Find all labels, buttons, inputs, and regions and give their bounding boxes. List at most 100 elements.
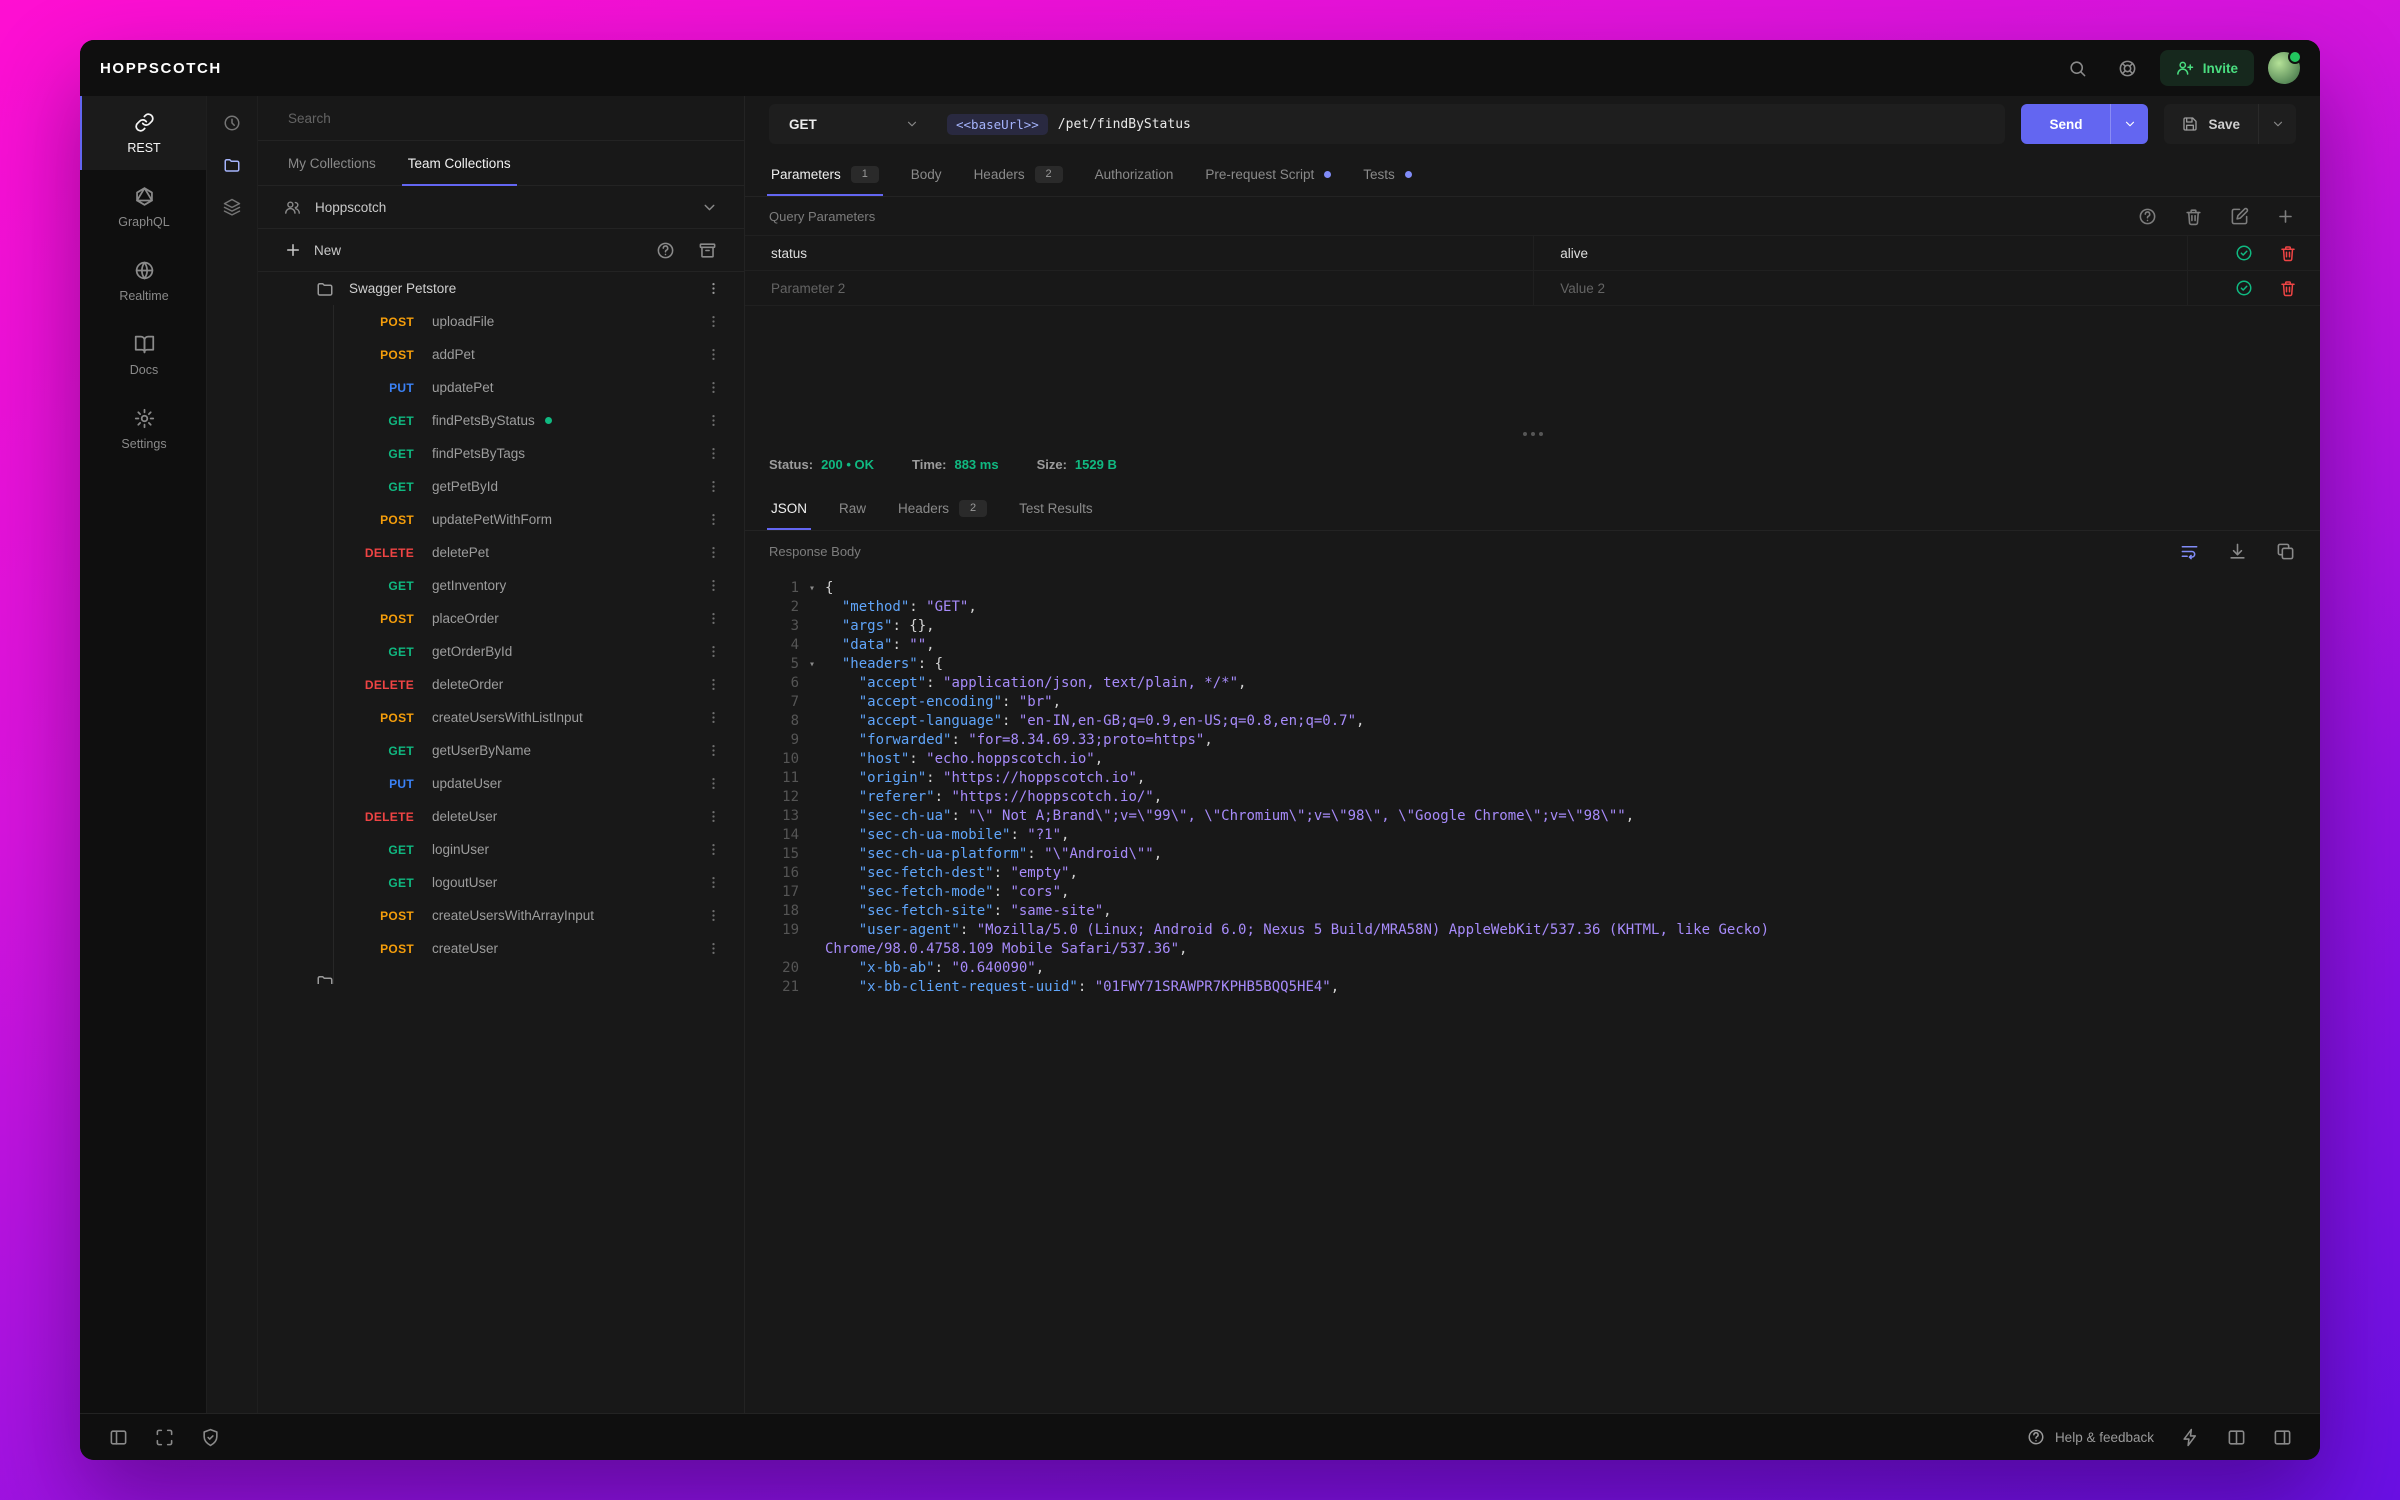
panel-tab-environments[interactable]: [213, 188, 251, 226]
import-export-button[interactable]: [696, 239, 718, 261]
request-row[interactable]: POST addPet: [258, 338, 744, 371]
param-toggle-button[interactable]: [2234, 243, 2254, 263]
request-tab-authorization[interactable]: Authorization: [1079, 152, 1190, 196]
collections-help-button[interactable]: [654, 239, 676, 261]
request-row[interactable]: GET loginUser: [258, 833, 744, 866]
response-tab-headers[interactable]: Headers 2: [882, 486, 1003, 530]
avatar[interactable]: [2268, 50, 2302, 84]
nav-item-settings[interactable]: Settings: [80, 392, 206, 466]
request-row[interactable]: PUT updateUser: [258, 767, 744, 800]
params-help-button[interactable]: [2136, 205, 2158, 227]
param-value-input[interactable]: [1558, 244, 2163, 262]
request-menu-button[interactable]: [704, 311, 722, 333]
request-menu-button[interactable]: [704, 509, 722, 531]
collection-folder[interactable]: Swagger Petstore: [258, 272, 744, 305]
search-button[interactable]: [2060, 50, 2096, 86]
request-row[interactable]: GET findPetsByStatus: [258, 404, 744, 437]
request-menu-button[interactable]: [704, 443, 722, 465]
fold-toggle[interactable]: ▾: [799, 579, 825, 598]
request-menu-button[interactable]: [704, 377, 722, 399]
request-menu-button[interactable]: [704, 575, 722, 597]
request-menu-button[interactable]: [704, 608, 722, 630]
request-menu-button[interactable]: [704, 542, 722, 564]
team-selector[interactable]: Hoppscotch: [258, 186, 744, 229]
request-row[interactable]: POST updatePetWithForm: [258, 503, 744, 536]
request-menu-button[interactable]: [704, 740, 722, 762]
panel-left-button[interactable]: [100, 1419, 136, 1455]
request-row[interactable]: POST createUsersWithListInput: [258, 701, 744, 734]
params-clear-all-button[interactable]: [2182, 205, 2204, 227]
code-editor[interactable]: 1 ▾{2 "method": "GET", 3 "args": {}, 4 "dat…: [745, 571, 2320, 1413]
request-tab-tests[interactable]: Tests: [1347, 152, 1428, 196]
param-key-input[interactable]: [769, 279, 1510, 297]
pane-resize-handle[interactable]: [745, 426, 2320, 442]
nav-item-docs[interactable]: Docs: [80, 318, 206, 392]
nav-item-realtime[interactable]: Realtime: [80, 244, 206, 318]
request-row[interactable]: POST uploadFile: [258, 305, 744, 338]
param-key-input[interactable]: [769, 244, 1510, 262]
panel-tab-collections[interactable]: [213, 146, 251, 184]
method-selector[interactable]: GET: [769, 117, 937, 132]
zap-button[interactable]: [2172, 1419, 2208, 1455]
request-menu-button[interactable]: [704, 674, 722, 696]
request-tab-headers[interactable]: Headers 2: [958, 152, 1079, 196]
new-collection-button[interactable]: New: [284, 241, 341, 259]
request-menu-button[interactable]: [704, 938, 722, 960]
invite-button[interactable]: Invite: [2159, 50, 2254, 86]
nav-item-rest[interactable]: REST: [80, 96, 206, 170]
request-menu-button[interactable]: [704, 905, 722, 927]
response-tab-raw[interactable]: Raw: [823, 486, 882, 530]
save-options-button[interactable]: [2258, 104, 2296, 144]
request-row[interactable]: GET getPetById: [258, 470, 744, 503]
search-input[interactable]: [286, 109, 716, 127]
help-feedback-button[interactable]: Help & feedback: [2019, 1428, 2162, 1446]
nav-item-graphql[interactable]: GraphQL: [80, 170, 206, 244]
download-response-button[interactable]: [2226, 540, 2248, 562]
request-row[interactable]: POST createUsersWithArrayInput: [258, 899, 744, 932]
request-row[interactable]: POST placeOrder: [258, 602, 744, 635]
request-menu-button[interactable]: [704, 641, 722, 663]
request-tab-parameters[interactable]: Parameters 1: [755, 152, 895, 196]
shield-check-button[interactable]: [192, 1419, 228, 1455]
response-tab-json[interactable]: JSON: [755, 486, 823, 530]
send-button[interactable]: Send: [2021, 104, 2111, 144]
support-button[interactable]: [2110, 50, 2146, 86]
columns-button[interactable]: [2218, 1419, 2254, 1455]
tab-my-collections[interactable]: My Collections: [272, 141, 392, 185]
param-delete-button[interactable]: [2278, 243, 2298, 263]
request-menu-button[interactable]: [704, 806, 722, 828]
request-row[interactable]: PUT updatePet: [258, 371, 744, 404]
request-menu-button[interactable]: [704, 344, 722, 366]
request-row[interactable]: POST createUser: [258, 932, 744, 965]
request-menu-button[interactable]: [704, 773, 722, 795]
panel-tab-history[interactable]: [213, 104, 251, 142]
send-options-button[interactable]: [2110, 104, 2149, 144]
collection-folder-partial[interactable]: [258, 965, 744, 984]
request-row[interactable]: DELETE deletePet: [258, 536, 744, 569]
request-row[interactable]: GET getInventory: [258, 569, 744, 602]
params-bulk-edit-button[interactable]: [2228, 205, 2250, 227]
request-row[interactable]: GET findPetsByTags: [258, 437, 744, 470]
request-row[interactable]: DELETE deleteOrder: [258, 668, 744, 701]
params-add-button[interactable]: [2274, 205, 2296, 227]
request-row[interactable]: GET getOrderById: [258, 635, 744, 668]
request-menu-button[interactable]: [704, 872, 722, 894]
maximize-button[interactable]: [146, 1419, 182, 1455]
fold-toggle[interactable]: ▾: [799, 655, 825, 674]
request-tab-pre-request-script[interactable]: Pre-request Script: [1189, 152, 1347, 196]
wrap-lines-button[interactable]: [2178, 540, 2200, 562]
param-toggle-button[interactable]: [2234, 278, 2254, 298]
request-menu-button[interactable]: [704, 707, 722, 729]
save-button[interactable]: Save: [2164, 104, 2258, 144]
url-input[interactable]: <<baseUrl>> /pet/findByStatus: [937, 113, 1191, 135]
request-row[interactable]: DELETE deleteUser: [258, 800, 744, 833]
param-delete-button[interactable]: [2278, 278, 2298, 298]
copy-response-button[interactable]: [2274, 540, 2296, 562]
request-tab-body[interactable]: Body: [895, 152, 958, 196]
request-menu-button[interactable]: [704, 410, 722, 432]
request-row[interactable]: GET getUserByName: [258, 734, 744, 767]
response-tab-test-results[interactable]: Test Results: [1003, 486, 1109, 530]
request-menu-button[interactable]: [704, 839, 722, 861]
param-value-input[interactable]: [1558, 279, 2163, 297]
request-row[interactable]: GET logoutUser: [258, 866, 744, 899]
